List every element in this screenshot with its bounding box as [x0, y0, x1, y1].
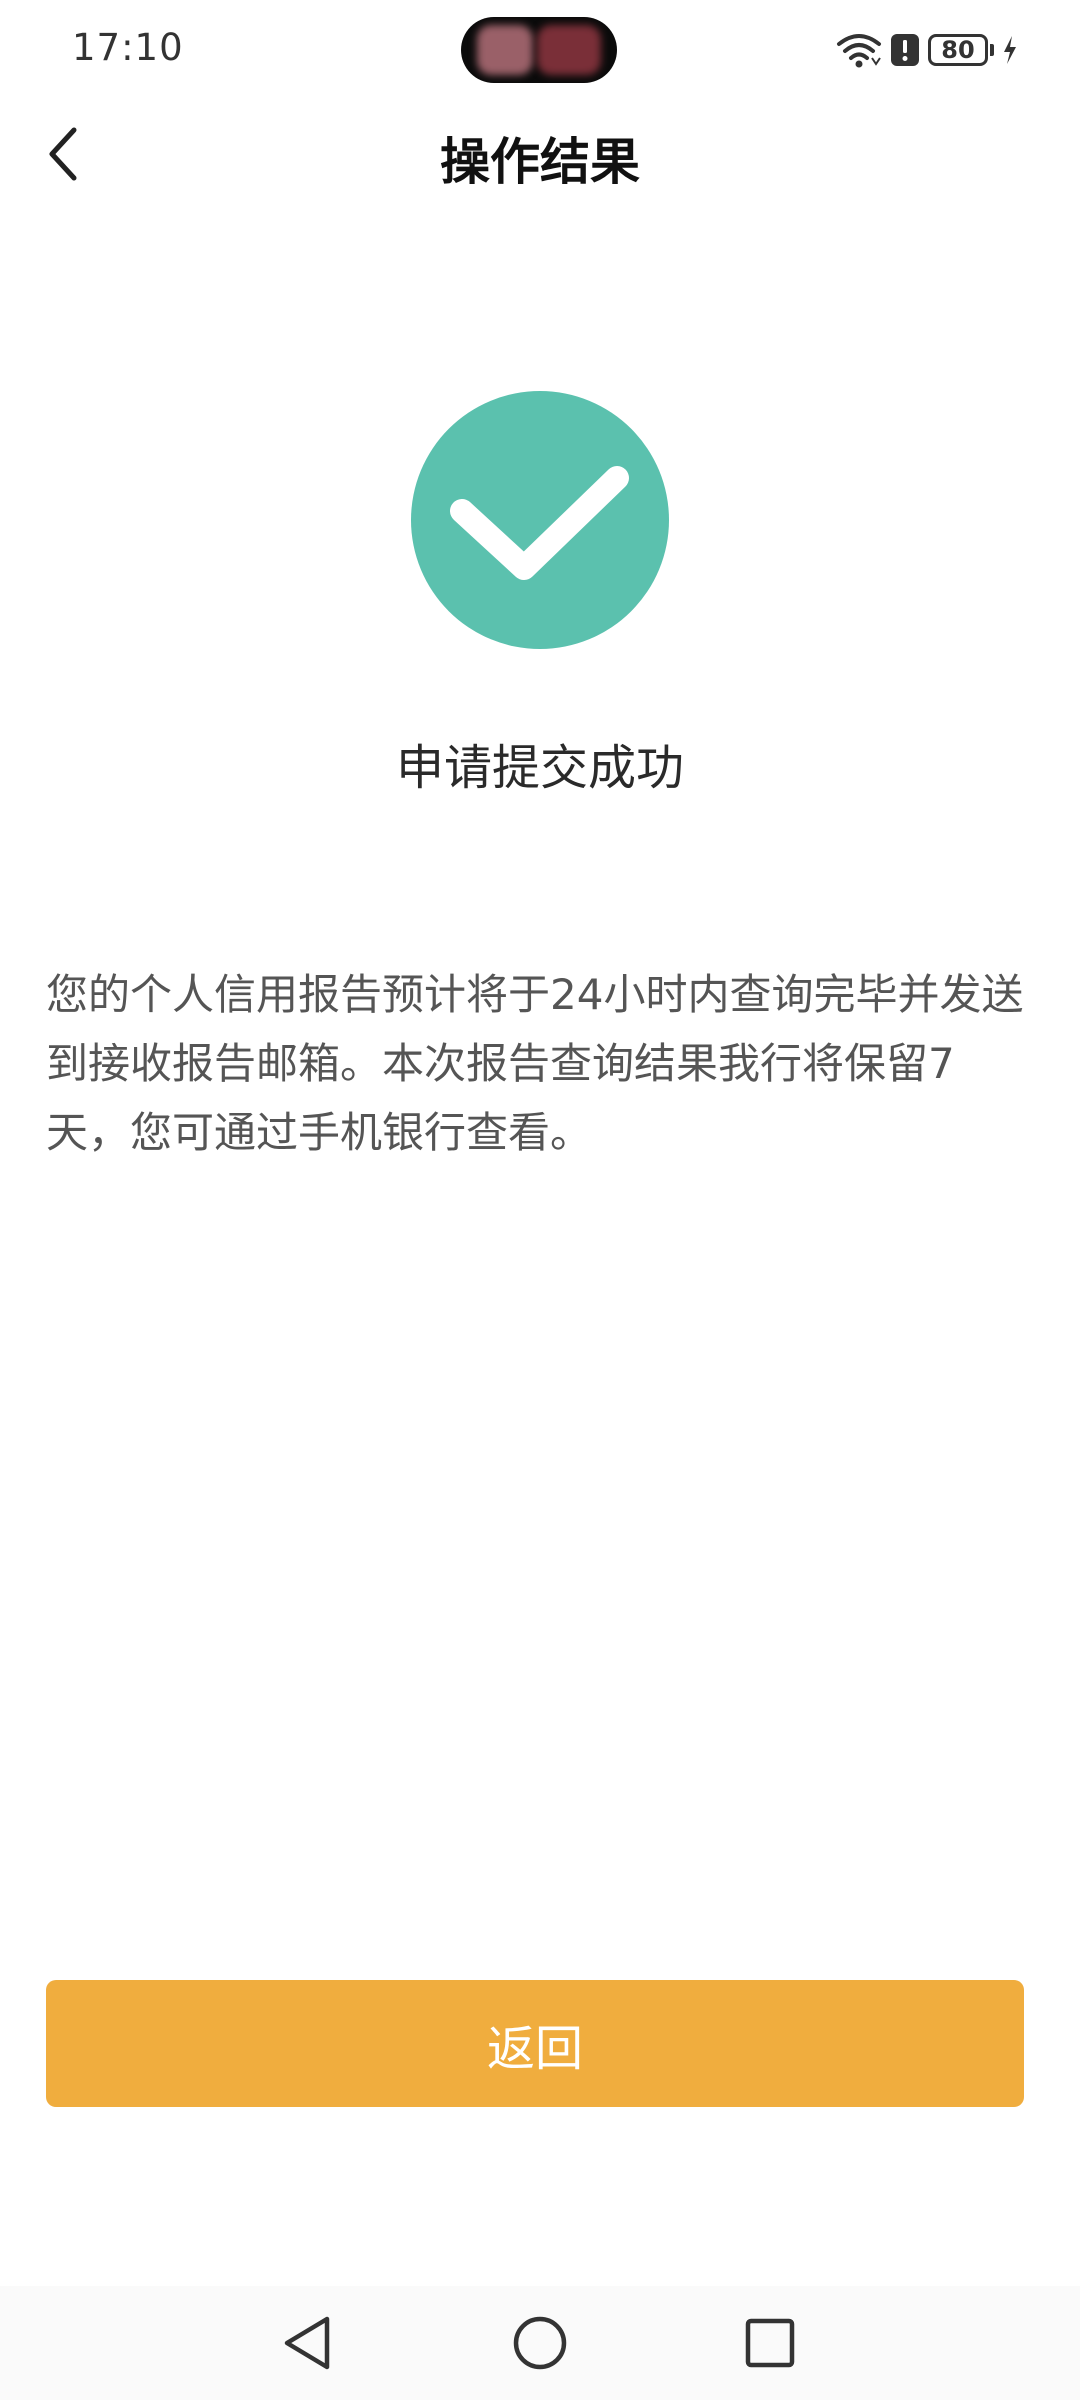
alert-icon [891, 34, 919, 66]
check-circle-icon [411, 391, 669, 649]
battery-tip [990, 44, 994, 56]
battery-level: 80 [941, 36, 975, 64]
battery-icon: 80 [928, 34, 988, 66]
nav-home-button[interactable] [505, 2308, 575, 2378]
wifi-icon [837, 34, 881, 68]
nav-back-icon [284, 2316, 330, 2370]
status-icons: 80 [836, 30, 1018, 70]
nav-back-button[interactable] [273, 2308, 343, 2378]
charging-icon [1004, 36, 1016, 64]
page-title: 操作结果 [440, 133, 640, 191]
blurred-indicator [477, 25, 533, 75]
system-nav-bar [0, 2286, 1080, 2400]
blurred-indicator [537, 25, 601, 75]
status-time: 17:10 [72, 26, 184, 69]
nav-home-icon [513, 2316, 567, 2370]
status-bar: 17:10 80 [0, 0, 1080, 100]
header-bar: 操作结果 [0, 100, 1080, 204]
nav-recents-icon [745, 2318, 795, 2368]
nav-recents-button[interactable] [735, 2308, 805, 2378]
result-description: 您的个人信用报告预计将于24小时内查询完毕并发送到接收报告邮箱。本次报告查询结果… [46, 970, 1024, 1157]
camera-cutout [461, 17, 617, 83]
result-title: 申请提交成功 [395, 740, 684, 796]
return-button[interactable]: 返回 [46, 1980, 1024, 2107]
